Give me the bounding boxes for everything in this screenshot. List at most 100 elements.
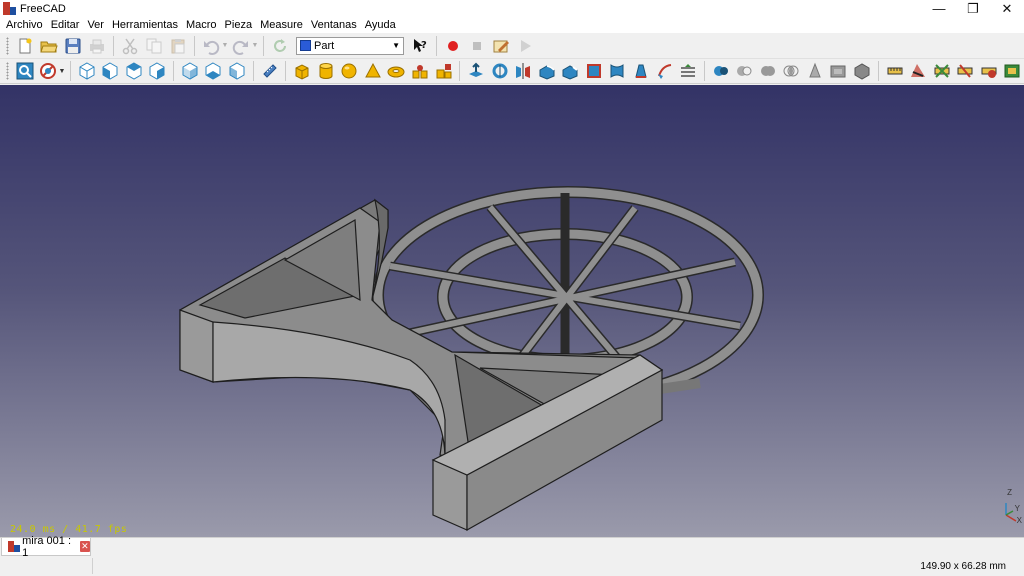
3d-viewport[interactable]: 24.0 ms / 41.7 fps Z Y X xyxy=(0,85,1024,537)
sweep-icon[interactable] xyxy=(654,60,676,82)
extrude-icon[interactable] xyxy=(465,60,487,82)
restore-button[interactable]: ❐ xyxy=(956,0,990,17)
cut-icon[interactable] xyxy=(119,35,141,57)
union-icon[interactable] xyxy=(757,60,779,82)
status-separator xyxy=(92,558,93,574)
fillet-icon[interactable] xyxy=(536,60,558,82)
status-bar: 149.90 x 66.28 mm xyxy=(0,556,1024,576)
sphere-icon[interactable] xyxy=(338,60,360,82)
measure-distance-icon[interactable] xyxy=(259,60,281,82)
bottom-view-icon[interactable] xyxy=(203,60,225,82)
ruled-surface-icon[interactable] xyxy=(607,60,629,82)
menu-ver[interactable]: Ver xyxy=(83,18,108,32)
title-bar: FreeCAD — ❐ ✕ xyxy=(0,0,1024,17)
toolbar-separator xyxy=(459,61,461,81)
measure-linear-icon[interactable] xyxy=(884,60,906,82)
toolbar-separator xyxy=(436,35,437,56)
draw-style-dropdown-icon[interactable]: ▼ xyxy=(58,60,66,82)
document-tab-label: mira 001 : 1 xyxy=(22,534,72,559)
window-controls: — ❐ ✕ xyxy=(922,0,1024,17)
torus-icon[interactable] xyxy=(386,60,408,82)
toolbar-separator xyxy=(252,61,254,81)
measure-clear-icon[interactable] xyxy=(954,60,976,82)
revolve-icon[interactable] xyxy=(489,60,511,82)
macro-stop-icon[interactable] xyxy=(466,35,488,57)
left-view-icon[interactable] xyxy=(226,60,248,82)
freecad-logo-icon xyxy=(3,2,16,15)
fps-counter: 24.0 ms / 41.7 fps xyxy=(10,524,128,535)
isometric-view-icon[interactable] xyxy=(76,60,98,82)
measure-angular-icon[interactable] xyxy=(907,60,929,82)
shape-builder-icon[interactable] xyxy=(851,60,873,82)
measure-3d-icon[interactable] xyxy=(1002,60,1024,82)
defeaturing-icon[interactable] xyxy=(828,60,850,82)
document-tab[interactable]: mira 001 : 1 ✕ xyxy=(1,534,91,559)
workbench-label: Part xyxy=(314,39,335,52)
window-title: FreeCAD xyxy=(20,2,66,15)
toolbar-separator xyxy=(263,35,264,56)
axis-label-x: X xyxy=(1016,516,1022,525)
fit-all-icon[interactable] xyxy=(14,60,36,82)
macro-record-icon[interactable] xyxy=(442,35,464,57)
toolbar-separator xyxy=(69,61,71,81)
toolbar-separator xyxy=(703,61,705,81)
toolbar-grip[interactable] xyxy=(6,36,9,55)
menu-archivo[interactable]: Archivo xyxy=(2,18,47,32)
undo-icon[interactable] xyxy=(200,35,222,57)
redo-icon[interactable] xyxy=(230,35,252,57)
front-view-icon[interactable] xyxy=(99,60,121,82)
top-view-icon[interactable] xyxy=(123,60,145,82)
measure-refresh-icon[interactable] xyxy=(931,60,953,82)
loft-icon[interactable] xyxy=(630,60,652,82)
box-icon[interactable] xyxy=(291,60,313,82)
menu-ventanas[interactable]: Ventanas xyxy=(307,18,361,32)
rear-view-icon[interactable] xyxy=(179,60,201,82)
cut-boolean-icon[interactable] xyxy=(733,60,755,82)
close-button[interactable]: ✕ xyxy=(990,0,1024,17)
file-toolbar: ▼ ▼ Part ▼ ? xyxy=(0,33,1024,59)
workbench-selector[interactable]: Part ▼ xyxy=(296,36,404,55)
menu-pieza[interactable]: Pieza xyxy=(221,18,257,32)
copy-icon[interactable] xyxy=(143,35,165,57)
3d-model[interactable] xyxy=(0,85,1024,537)
mirror-icon[interactable] xyxy=(512,60,534,82)
boolean-icon[interactable] xyxy=(710,60,732,82)
cone-icon[interactable] xyxy=(362,60,384,82)
close-tab-icon[interactable]: ✕ xyxy=(79,541,90,552)
cylinder-icon[interactable] xyxy=(315,60,337,82)
macro-run-icon[interactable] xyxy=(514,35,536,57)
right-view-icon[interactable] xyxy=(147,60,169,82)
tube-icon[interactable] xyxy=(409,60,431,82)
axis-label-z: Z xyxy=(1007,488,1012,497)
section-icon[interactable] xyxy=(677,60,699,82)
menu-ayuda[interactable]: Ayuda xyxy=(361,18,400,32)
refresh-icon[interactable] xyxy=(269,35,291,57)
svg-text:?: ? xyxy=(421,40,427,51)
chamfer-icon[interactable] xyxy=(560,60,582,82)
open-icon[interactable] xyxy=(38,35,60,57)
menu-herramientas[interactable]: Herramientas xyxy=(108,18,182,32)
toolbar-separator xyxy=(194,35,195,56)
redo-dropdown-icon[interactable]: ▼ xyxy=(251,35,259,57)
whats-this-icon[interactable]: ? xyxy=(409,35,431,57)
view-part-toolbar: ▼ xyxy=(0,59,1024,84)
draw-style-icon[interactable] xyxy=(38,60,60,82)
menu-editar[interactable]: Editar xyxy=(47,18,84,32)
menu-macro[interactable]: Macro xyxy=(182,18,221,32)
macro-edit-icon[interactable] xyxy=(490,35,512,57)
new-icon[interactable] xyxy=(14,35,36,57)
toolbar-grip[interactable] xyxy=(6,62,9,80)
paste-icon[interactable] xyxy=(167,35,189,57)
menu-measure[interactable]: Measure xyxy=(256,18,307,32)
minimize-button[interactable]: — xyxy=(922,0,956,17)
save-icon[interactable] xyxy=(62,35,84,57)
document-tab-bar: mira 001 : 1 ✕ xyxy=(0,534,1024,559)
measure-toggle-icon[interactable] xyxy=(978,60,1000,82)
check-geometry-icon[interactable] xyxy=(804,60,826,82)
primitives-icon[interactable] xyxy=(433,60,455,82)
undo-dropdown-icon[interactable]: ▼ xyxy=(221,35,229,57)
part-workbench-icon xyxy=(300,40,311,51)
make-face-icon[interactable] xyxy=(583,60,605,82)
print-icon[interactable] xyxy=(86,35,108,57)
common-icon[interactable] xyxy=(781,60,803,82)
